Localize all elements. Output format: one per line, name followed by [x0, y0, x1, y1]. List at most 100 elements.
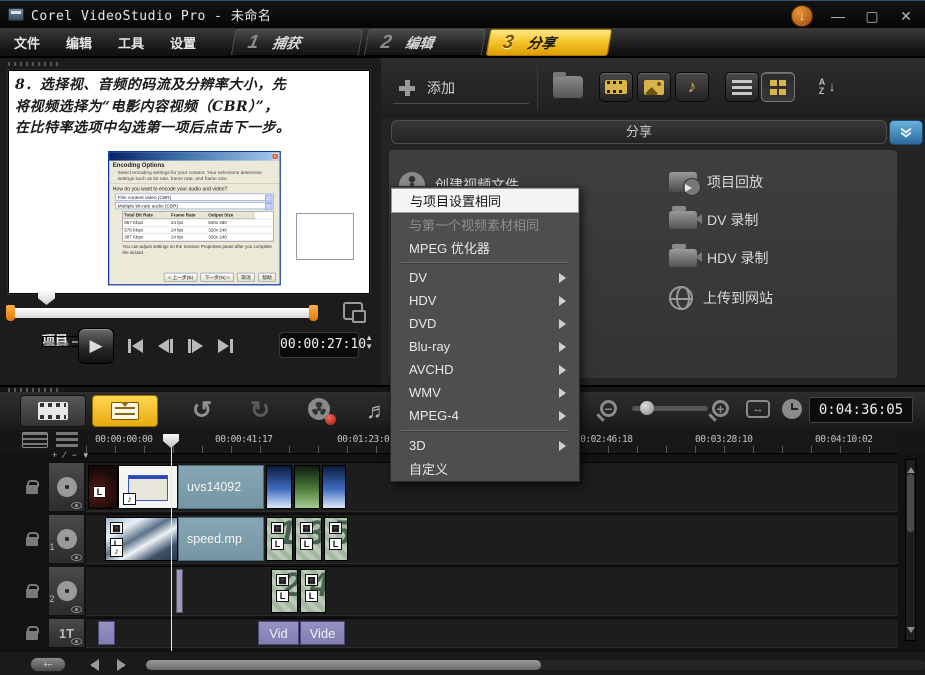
menu-item-自定义[interactable]: 自定义: [391, 457, 579, 480]
zoom-in-button[interactable]: +: [712, 400, 729, 417]
clip-Vide[interactable]: Vide: [300, 621, 345, 645]
home-button[interactable]: [122, 334, 148, 358]
scroll-right-button[interactable]: [117, 659, 132, 671]
trim-bar[interactable]: [12, 308, 312, 318]
track-header-title-track[interactable]: 1T: [48, 618, 85, 648]
menu-item-Blu-ray[interactable]: Blu-ray: [391, 335, 579, 358]
clip[interactable]: L: [88, 465, 118, 509]
track-list-icon[interactable]: [56, 432, 78, 448]
clip-uvs14092[interactable]: uvs14092: [178, 465, 264, 509]
share-option-2[interactable]: DV 录制: [669, 210, 758, 230]
sort-button[interactable]: AZ: [809, 72, 843, 102]
maximize-button[interactable]: ▢: [863, 8, 881, 25]
clip[interactable]: 4▦L: [300, 569, 326, 613]
clip[interactable]: ▦L♪: [105, 517, 178, 561]
clip[interactable]: [266, 465, 292, 509]
clip[interactable]: [98, 621, 115, 645]
scrub-marker[interactable]: [38, 290, 55, 305]
list-view-button[interactable]: [725, 72, 759, 102]
filter-audio-button[interactable]: ♪: [675, 72, 709, 102]
menubar-item-文件[interactable]: 文件: [14, 33, 40, 52]
close-button[interactable]: ✕: [897, 8, 915, 25]
track-header-overlay-track-1[interactable]: 1: [48, 514, 85, 564]
end-button[interactable]: [212, 334, 238, 358]
lock-icon-video-track[interactable]: [26, 485, 38, 494]
clip[interactable]: 3▦L: [295, 517, 322, 561]
menu-item-DVD[interactable]: DVD: [391, 312, 579, 335]
project-duration-timecode[interactable]: 0:04:36:05: [809, 397, 913, 423]
record-capture-button[interactable]: [308, 398, 334, 424]
scroll-up-icon[interactable]: [907, 463, 915, 473]
tab-编辑[interactable]: 2编辑: [364, 29, 487, 56]
prev-frame-button[interactable]: [152, 334, 178, 358]
menu-item-WMV[interactable]: WMV: [391, 381, 579, 404]
share-option-1[interactable]: 项目回放: [669, 172, 763, 192]
vertical-scroll-thumb[interactable]: [907, 474, 914, 532]
sound-mixer-button[interactable]: ♬: [366, 398, 388, 424]
menubar-item-编辑[interactable]: 编辑: [66, 33, 92, 52]
share-option-3[interactable]: HDV 录制: [669, 248, 768, 268]
horizontal-scroll-thumb[interactable]: [146, 660, 541, 670]
scroll-down-icon[interactable]: [907, 627, 915, 637]
clip-speed.mp[interactable]: speed.mp: [178, 517, 264, 561]
timeline-vertical-scrollbar[interactable]: [905, 459, 916, 641]
lock-icon-title-track[interactable]: [26, 631, 38, 640]
clip[interactable]: [294, 465, 320, 509]
thumbnail-view-button[interactable]: [761, 72, 795, 102]
folder-icon[interactable]: [553, 76, 583, 98]
clip[interactable]: [176, 569, 183, 613]
track-visibility-icon[interactable]: [71, 502, 82, 509]
clip-mode-label[interactable]: 素材: [42, 336, 82, 347]
share-option-4[interactable]: 上传到网站: [669, 286, 773, 310]
clip[interactable]: 5▦L: [324, 517, 348, 561]
collapse-panel-button[interactable]: [889, 120, 923, 145]
menubar-item-设置[interactable]: 设置: [170, 33, 196, 52]
track-add-remove-tools[interactable]: + ⁄ − ▾: [52, 450, 90, 461]
fit-timeline-button[interactable]: +⌐: [30, 657, 66, 672]
timecode-spinner[interactable]: ▲▼: [365, 334, 373, 352]
next-frame-button[interactable]: [182, 334, 208, 358]
lock-icon-overlay-track-2[interactable]: [26, 589, 38, 598]
play-button[interactable]: ▶: [78, 328, 114, 364]
menu-item-3D[interactable]: 3D: [391, 434, 579, 457]
menu-item-MPEG 优化器[interactable]: MPEG 优化器: [391, 236, 579, 259]
scroll-left-button[interactable]: [84, 659, 99, 671]
update-badge-icon[interactable]: ↓: [791, 5, 813, 27]
timeline-horizontal-scrollbar[interactable]: [146, 660, 925, 670]
clip-Vid[interactable]: Vid: [258, 621, 299, 645]
undo-button[interactable]: ↺: [192, 396, 212, 425]
zoom-slider-knob[interactable]: [640, 401, 654, 415]
minimize-button[interactable]: —: [829, 8, 847, 24]
enlarge-preview-icon[interactable]: [343, 302, 363, 320]
track-manager-icon[interactable]: [22, 432, 48, 448]
track-visibility-icon[interactable]: [71, 606, 82, 613]
add-button[interactable]: 添加: [393, 72, 529, 104]
clip[interactable]: 2▦L: [271, 569, 298, 613]
duration-clock-button[interactable]: [782, 399, 802, 419]
filter-photo-button[interactable]: [637, 72, 671, 102]
clip[interactable]: 1▦L: [266, 517, 293, 561]
clip[interactable]: ♪: [118, 465, 178, 509]
fit-project-button[interactable]: ↔: [746, 400, 770, 418]
lock-icon-overlay-track-1[interactable]: [26, 537, 38, 546]
menu-item-HDV[interactable]: HDV: [391, 289, 579, 312]
trim-start-handle[interactable]: [6, 305, 15, 321]
redo-button[interactable]: ↻: [250, 396, 270, 425]
menu-item-MPEG-4[interactable]: MPEG-4: [391, 404, 579, 427]
track-header-overlay-track-2[interactable]: 2: [48, 566, 85, 616]
menu-item-与项目设置相同[interactable]: 与项目设置相同: [391, 188, 579, 213]
track-header-video-track[interactable]: [48, 462, 85, 512]
menu-item-与第一个视频素材相同[interactable]: 与第一个视频素材相同: [391, 213, 579, 236]
clip[interactable]: [322, 465, 346, 509]
track-visibility-icon[interactable]: [71, 554, 82, 561]
menu-item-AVCHD[interactable]: AVCHD: [391, 358, 579, 381]
menubar-item-工具[interactable]: 工具: [118, 33, 144, 52]
storyboard-view-button[interactable]: [20, 395, 86, 427]
timeline-zoom-slider[interactable]: [632, 406, 708, 411]
filter-video-button[interactable]: [599, 72, 633, 102]
timeline-view-button[interactable]: [92, 395, 158, 427]
tab-分享[interactable]: 3分享: [486, 29, 613, 56]
preview-timecode[interactable]: 00:00:27:10: [279, 332, 359, 358]
track-visibility-icon[interactable]: [71, 638, 82, 645]
tab-捕获[interactable]: 1捕获: [231, 29, 364, 56]
